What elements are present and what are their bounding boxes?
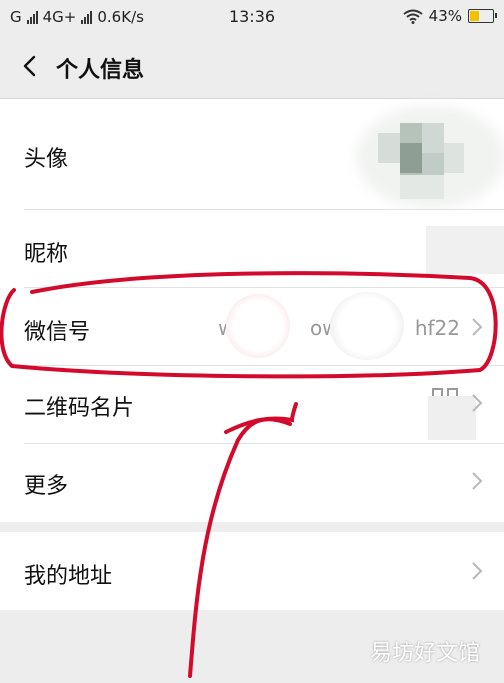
chevron-left-icon [23, 55, 36, 77]
row-label-avatar: 头像 [24, 147, 69, 172]
profile-list: 头像 昵称 微信号 wx ow2 hf22 二维码名片 [0, 99, 504, 522]
status-icons: 43% [403, 7, 497, 25]
chevron-right-icon [472, 318, 483, 336]
redaction-blur [330, 292, 404, 360]
status-bar: G 4G+ 0.6K/s 13:36 43% [0, 0, 504, 34]
chevron-right-icon [472, 472, 483, 490]
back-button[interactable] [14, 48, 48, 84]
battery-fill [470, 11, 479, 21]
row-more[interactable]: 更多 [0, 444, 504, 522]
row-nickname[interactable]: 昵称 [0, 210, 504, 288]
nav-bar: 个人信息 [0, 34, 504, 99]
wifi-icon [403, 9, 423, 24]
chevron-right-icon [472, 394, 483, 412]
redaction-blur [226, 294, 290, 358]
page-title: 个人信息 [56, 58, 145, 83]
row-label-nickname: 昵称 [24, 242, 69, 267]
battery-percent: 43% [428, 7, 462, 25]
chevron-right-icon [472, 562, 483, 580]
row-my-address[interactable]: 我的地址 [0, 532, 504, 610]
row-label-more: 更多 [24, 474, 69, 499]
row-label-qr-card: 二维码名片 [24, 396, 135, 421]
nickname-value-redacted [426, 226, 504, 274]
watermark: 易坊好文馆 [369, 641, 480, 666]
row-label-my-address: 我的地址 [24, 564, 113, 589]
row-qr-card[interactable]: 二维码名片 [0, 366, 504, 444]
row-label-wechat-id: 微信号 [24, 320, 91, 345]
row-wechat-id[interactable]: 微信号 wx ow2 hf22 [0, 288, 504, 366]
address-list: 我的地址 [0, 532, 504, 610]
row-avatar[interactable]: 头像 [0, 99, 504, 210]
qr-redaction [428, 396, 476, 440]
battery-icon [468, 9, 497, 23]
